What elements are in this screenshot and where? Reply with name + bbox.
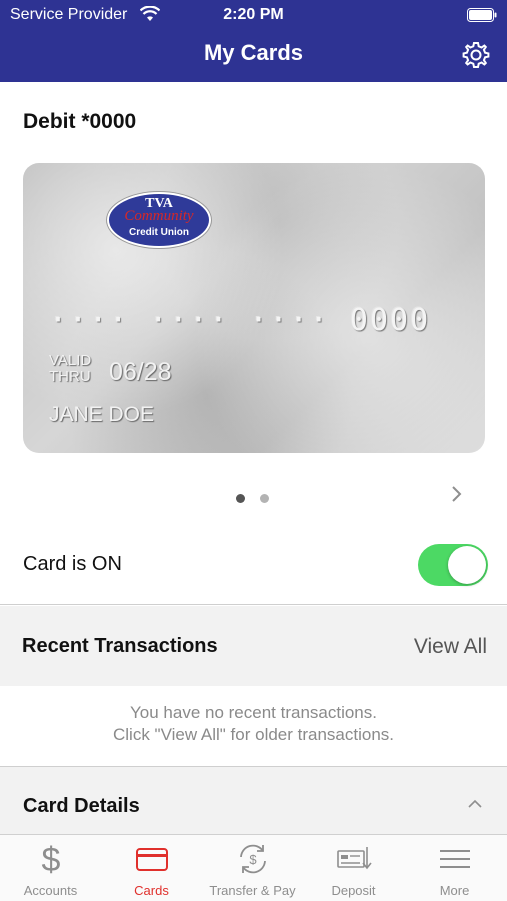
menu-icon [440,850,470,868]
page-title: My Cards [203,40,304,65]
svg-text:$: $ [249,852,257,867]
card-holder-name: JANE DOE [49,403,155,426]
card-pager [236,490,284,508]
logo-line-2: Community [124,208,194,224]
tab-label: More [439,883,470,898]
tab-label: Deposit [331,883,376,898]
toggle-knob [448,546,486,584]
transfer-icon: $ [240,844,266,874]
recent-transactions-header: Recent Transactions View All [0,606,507,686]
tab-accounts[interactable]: $ Accounts [0,835,101,901]
card-on-toggle[interactable] [418,544,488,586]
divider [0,604,507,605]
pager-dot-active[interactable] [236,494,245,503]
debit-card-image[interactable]: TVA Community Credit Union ···· ···· ···… [23,163,485,453]
card-icon [136,848,168,871]
tab-label: Transfer & Pay [209,883,296,898]
chevron-up-icon[interactable] [467,799,483,809]
logo-line-3: Credit Union [129,227,189,238]
thru-label: THRU [49,368,91,385]
tab-bar: $ Accounts Cards $ Transfer & Pay Deposi… [0,834,507,901]
chevron-right-icon[interactable] [450,484,464,504]
valid-thru-label: VALID THRU [49,353,91,385]
valid-label: VALID [49,352,92,369]
tab-more[interactable]: More [404,835,505,901]
svg-text:$: $ [42,841,61,877]
card-name: Debit *0000 [23,110,137,133]
empty-message-line-2: Click "View All" for older transactions. [112,725,395,744]
battery-icon [467,8,497,22]
recent-transactions-title: Recent Transactions [22,635,218,657]
check-deposit-icon [337,847,372,870]
credit-union-logo: TVA Community Credit Union [107,192,211,248]
pager-dot[interactable] [260,494,269,503]
empty-message-line-1: You have no recent transactions. [130,703,377,722]
view-all-link[interactable]: View All [414,635,487,659]
dollar-icon: $ [42,841,61,877]
app-header: Service Provider 2:20 PM My Cards [0,0,507,82]
card-details-title: Card Details [23,795,140,817]
card-expiry: 06/28 [109,358,172,386]
tab-deposit[interactable]: Deposit [303,835,404,901]
tab-cards[interactable]: Cards [101,835,202,901]
tab-transfer-pay[interactable]: $ Transfer & Pay [202,835,303,901]
gear-icon[interactable] [461,40,491,70]
no-transactions-message: You have no recent transactions. Click "… [0,702,507,746]
card-status-label: Card is ON [23,553,122,575]
tab-label: Cards [134,883,169,898]
status-time: 2:20 PM [223,6,284,23]
card-number: ···· ···· ···· 0000 [49,303,431,338]
status-bar: Service Provider 2:20 PM [0,0,507,30]
card-details-header[interactable]: Card Details [0,767,507,834]
card-status-row: Card is ON [0,530,507,605]
tab-label: Accounts [23,883,78,898]
